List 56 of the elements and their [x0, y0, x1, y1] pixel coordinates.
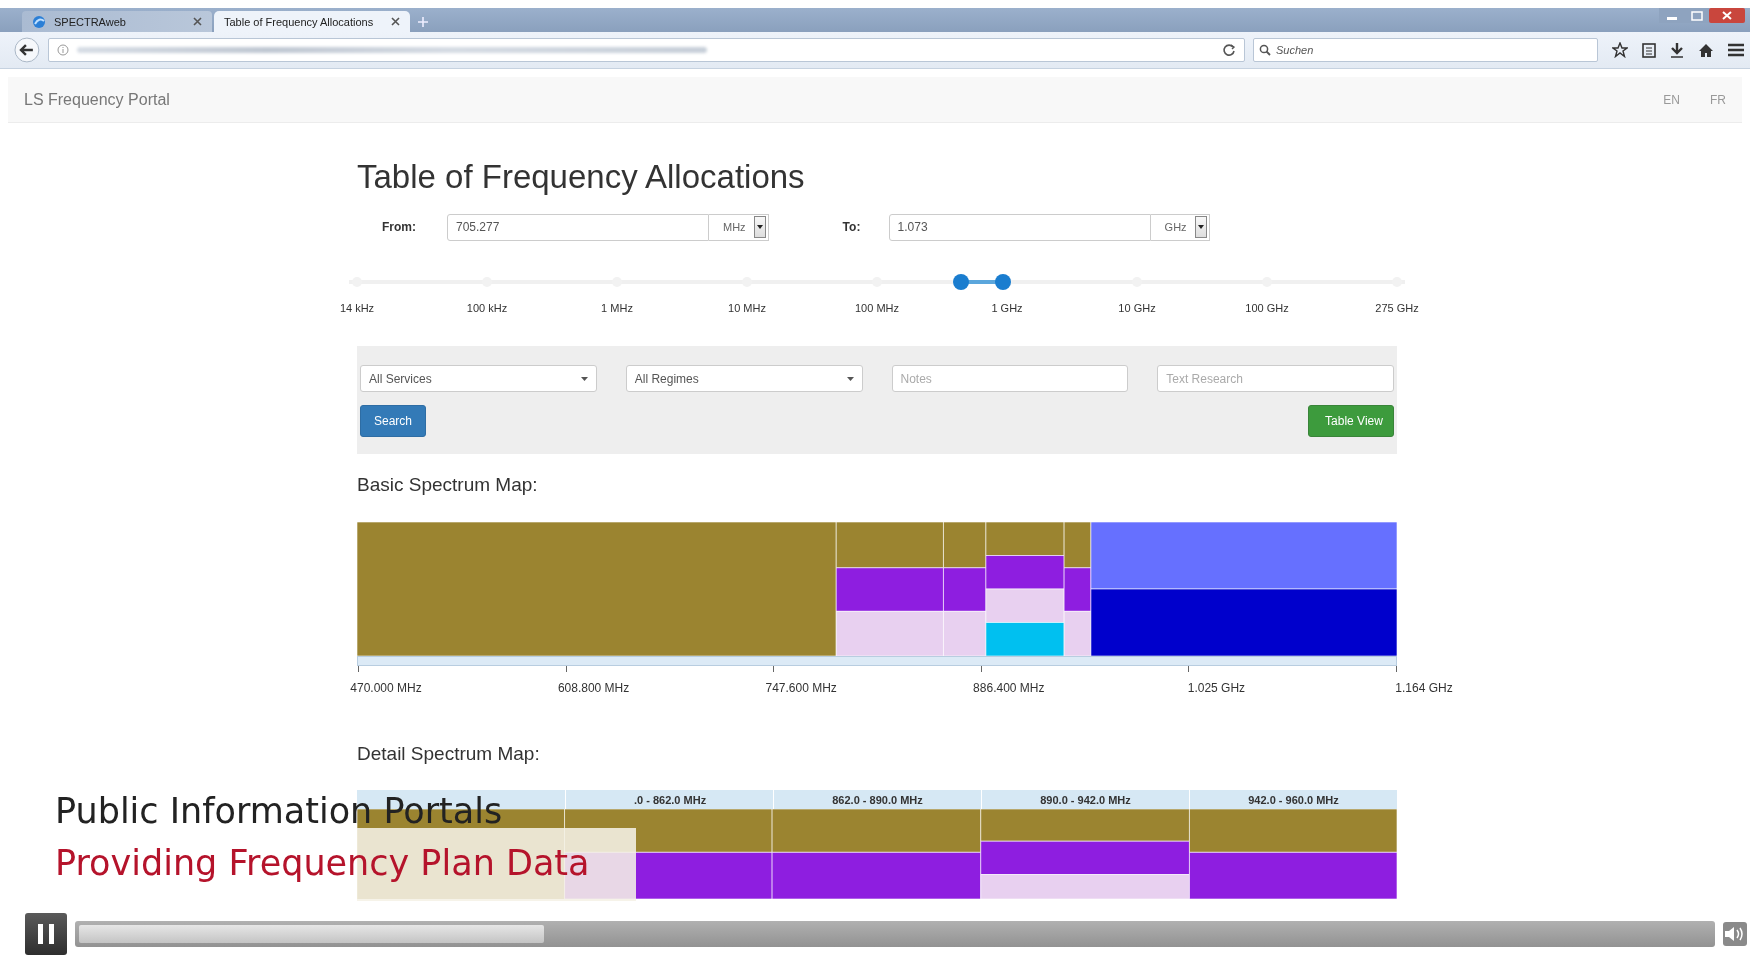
notes-field[interactable]: Notes [891, 365, 1129, 392]
axis-label: 886.400 MHz [973, 681, 1045, 695]
home-icon[interactable] [1698, 42, 1714, 58]
page-title: Table of Frequency Allocations [357, 157, 806, 197]
scale-label: 1 GHz [991, 302, 1023, 314]
scale-label: 10 GHz [1118, 302, 1156, 314]
download-icon[interactable] [1670, 42, 1684, 58]
from-frequency-field[interactable]: 705.277 [447, 213, 709, 241]
scale-label: 275 GHz [1375, 302, 1419, 314]
table-view-button[interactable]: Table View [1308, 405, 1394, 437]
video-subtitle: Providing Frequency Plan Data [55, 843, 590, 883]
close-window-icon[interactable] [1709, 8, 1745, 23]
services-select[interactable]: All Services [360, 365, 597, 392]
section-heading: Detail Spectrum Map: [357, 742, 541, 766]
reload-icon[interactable] [1222, 43, 1236, 57]
star-icon[interactable] [1612, 42, 1628, 58]
volume-icon[interactable] [1723, 922, 1747, 946]
close-icon[interactable] [391, 17, 400, 26]
caret-icon [1197, 225, 1204, 229]
brand-link[interactable]: LS Frequency Portal [24, 90, 1634, 109]
browser-tab[interactable]: SPECTRAweb [22, 11, 212, 32]
scale-label: 100 GHz [1245, 302, 1289, 314]
search-button[interactable]: Search [360, 405, 426, 437]
menu-icon[interactable] [1728, 43, 1744, 57]
field-label: From: [382, 220, 417, 234]
unit-select[interactable]: MHz [709, 213, 769, 241]
slider-thumb[interactable] [994, 274, 1011, 290]
caret-icon [580, 376, 588, 381]
field-label: To: [842, 220, 862, 234]
globe-favicon-icon [32, 14, 46, 29]
unit-select[interactable]: GHz [1150, 213, 1210, 241]
caret-icon [756, 225, 763, 229]
pause-button[interactable] [25, 913, 67, 955]
clipboard-icon[interactable] [1642, 42, 1656, 58]
search-field[interactable]: Suchen [1253, 38, 1598, 62]
scale-label: 100 MHz [855, 302, 899, 314]
info-icon [56, 44, 69, 56]
axis-label: 470.000 MHz [350, 681, 422, 695]
caret-icon [846, 376, 854, 381]
scale-label: 1 MHz [601, 302, 633, 314]
axis-label: 1.164 GHz [1395, 681, 1453, 695]
axis-label: 1.025 GHz [1187, 681, 1246, 695]
scale-label: 14 kHz [339, 302, 375, 314]
browser-tab[interactable]: Table of Frequency Allocations [214, 11, 410, 32]
axis-label: 608.800 MHz [557, 681, 630, 695]
slider-thumb[interactable] [953, 274, 970, 290]
pause-icon [38, 924, 54, 944]
axis-label: 747.600 MHz [765, 681, 837, 695]
section-heading: Basic Spectrum Map: [357, 473, 539, 497]
regimes-select[interactable]: All Regimes [625, 365, 863, 392]
scale-label: 10 MHz [728, 302, 766, 314]
scale-label: 100 kHz [466, 302, 508, 314]
close-icon[interactable] [193, 17, 202, 26]
text-search-field[interactable]: Text Research [1157, 365, 1394, 392]
search-icon [1259, 44, 1271, 56]
to-frequency-field[interactable]: 1.073 [888, 213, 1151, 241]
